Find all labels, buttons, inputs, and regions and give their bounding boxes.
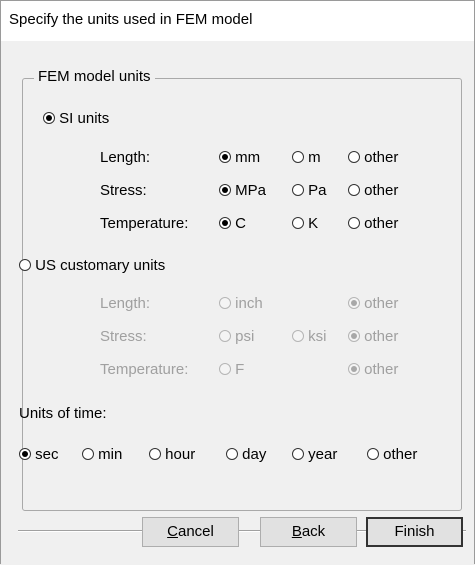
si-units-radio-indicator xyxy=(43,112,55,124)
time-year-radio[interactable]: year xyxy=(292,446,337,463)
radio-indicator xyxy=(367,448,379,460)
us-stress-label: Stress: xyxy=(100,328,147,345)
dialog-title: Specify the units used in FEM model xyxy=(9,11,253,28)
finish-button[interactable]: Finish xyxy=(366,517,463,547)
us-units-label: US customary units xyxy=(35,257,166,274)
us-units-radio[interactable]: US customary units xyxy=(19,257,165,274)
cancel-button[interactable]: Cancel xyxy=(142,517,239,547)
radio-indicator xyxy=(219,330,231,342)
option-label: other xyxy=(364,361,399,378)
radio-indicator xyxy=(292,217,304,229)
us-temperature-label: Temperature: xyxy=(100,361,189,378)
option-label: MPa xyxy=(235,182,267,199)
back-label-rest: ack xyxy=(301,523,326,540)
radio-indicator xyxy=(348,330,360,342)
time-min-radio[interactable]: min xyxy=(82,446,122,463)
radio-indicator xyxy=(19,448,31,460)
option-label: min xyxy=(98,446,123,463)
si-temperature-k-radio[interactable]: K xyxy=(292,215,318,232)
us-length-label: Length: xyxy=(100,295,151,312)
cancel-mnemonic: C xyxy=(167,523,178,540)
radio-indicator xyxy=(226,448,238,460)
time-sec-radio[interactable]: sec xyxy=(19,446,59,463)
radio-indicator xyxy=(292,448,304,460)
si-temperature-label: Temperature: xyxy=(100,215,189,232)
option-label: m xyxy=(308,149,321,166)
radio-indicator xyxy=(348,184,360,196)
radio-indicator xyxy=(82,448,94,460)
si-units-radio[interactable]: SI units xyxy=(43,110,109,127)
si-stress-other-radio[interactable]: other xyxy=(348,182,398,199)
option-label: C xyxy=(235,215,247,232)
us-length-other-radio[interactable]: other xyxy=(348,295,398,312)
finish-label: Finish xyxy=(394,523,435,540)
radio-indicator xyxy=(292,184,304,196)
option-label: other xyxy=(364,328,399,345)
radio-indicator xyxy=(292,330,304,342)
option-label: other xyxy=(364,215,399,232)
option-label: other xyxy=(364,295,399,312)
option-label: ksi xyxy=(308,328,327,345)
option-label: K xyxy=(308,215,319,232)
back-mnemonic: B xyxy=(291,523,302,540)
dialog-body: FEM model units SI units Length: mm m ot… xyxy=(0,41,475,564)
si-units-label: SI units xyxy=(59,110,110,127)
radio-indicator xyxy=(219,363,231,375)
title-bar: Specify the units used in FEM model xyxy=(0,0,475,41)
option-label: psi xyxy=(235,328,255,345)
radio-indicator xyxy=(348,297,360,309)
time-other-radio[interactable]: other xyxy=(367,446,417,463)
cancel-label-rest: ancel xyxy=(177,523,214,540)
time-day-radio[interactable]: day xyxy=(226,446,266,463)
si-stress-mpa-radio[interactable]: MPa xyxy=(219,182,266,199)
si-length-mm-radio[interactable]: mm xyxy=(219,149,260,166)
time-units-label: Units of time: xyxy=(19,405,107,422)
option-label: mm xyxy=(235,149,261,166)
time-hour-radio[interactable]: hour xyxy=(149,446,195,463)
radio-indicator xyxy=(348,151,360,163)
radio-indicator xyxy=(219,151,231,163)
radio-indicator xyxy=(348,363,360,375)
us-stress-psi-radio[interactable]: psi xyxy=(219,328,254,345)
option-label: hour xyxy=(165,446,196,463)
option-label: inch xyxy=(235,295,263,312)
radio-indicator xyxy=(219,184,231,196)
radio-indicator xyxy=(219,217,231,229)
si-length-label: Length: xyxy=(100,149,151,166)
us-temperature-f-radio[interactable]: F xyxy=(219,361,244,378)
si-stress-label: Stress: xyxy=(100,182,147,199)
us-units-radio-indicator xyxy=(19,259,31,271)
option-label: other xyxy=(364,182,399,199)
option-label: F xyxy=(235,361,245,378)
radio-indicator xyxy=(292,151,304,163)
group-legend: FEM model units xyxy=(34,68,155,85)
option-label: day xyxy=(242,446,267,463)
option-label: other xyxy=(383,446,418,463)
us-stress-ksi-radio[interactable]: ksi xyxy=(292,328,327,345)
back-button[interactable]: Back xyxy=(260,517,357,547)
option-label: Pa xyxy=(308,182,327,199)
radio-indicator xyxy=(149,448,161,460)
option-label: sec xyxy=(35,446,59,463)
radio-indicator xyxy=(348,217,360,229)
option-label: year xyxy=(308,446,338,463)
si-temperature-c-radio[interactable]: C xyxy=(219,215,246,232)
si-length-m-radio[interactable]: m xyxy=(292,149,321,166)
option-label: other xyxy=(364,149,399,166)
radio-indicator xyxy=(219,297,231,309)
si-stress-pa-radio[interactable]: Pa xyxy=(292,182,327,199)
si-temperature-other-radio[interactable]: other xyxy=(348,215,398,232)
us-stress-other-radio[interactable]: other xyxy=(348,328,398,345)
si-length-other-radio[interactable]: other xyxy=(348,149,398,166)
us-length-inch-radio[interactable]: inch xyxy=(219,295,263,312)
us-temperature-other-radio[interactable]: other xyxy=(348,361,398,378)
